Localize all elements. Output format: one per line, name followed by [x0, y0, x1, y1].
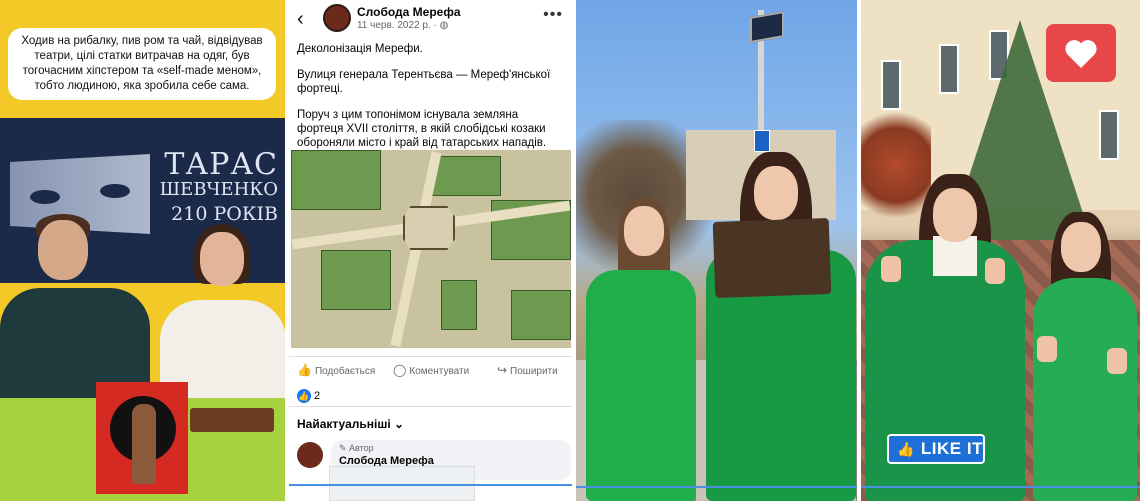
- book-kobzar: [190, 408, 274, 432]
- like-it-button[interactable]: 👍 LIKE IT: [886, 434, 985, 464]
- avatar[interactable]: [296, 442, 323, 468]
- heart-icon: [1065, 40, 1097, 68]
- back-arrow-icon[interactable]: ‹: [297, 8, 304, 31]
- share-label: Поширити: [510, 366, 558, 377]
- panel-girls-street: [575, 0, 857, 501]
- post-paragraph: Вулиця генерала Терентьєва — Мереф'янськ…: [296, 69, 551, 95]
- girl-head: [932, 188, 977, 242]
- like-label: Подобається: [314, 366, 376, 377]
- post-body: Деколонізація Мерефи. Вулиця генерала Те…: [297, 42, 567, 162]
- thumbs-up-hand: [1036, 336, 1057, 362]
- girl-green-outfit: [1032, 278, 1137, 501]
- avatar[interactable]: [322, 4, 351, 32]
- progress-bar: [575, 486, 857, 488]
- post-date-text: 11 черв. 2022 р. ·: [356, 20, 437, 31]
- banner-line-2: ШЕВЧЕНКО: [159, 179, 278, 200]
- author-badge-label: Автор: [349, 443, 374, 453]
- heart-button[interactable]: [1045, 24, 1116, 82]
- thumbs-up-icon: 👍: [896, 440, 915, 457]
- panel-like-it: 👍 LIKE IT: [860, 0, 1140, 501]
- historic-map-image[interactable]: [290, 150, 571, 348]
- collage: Ходив на рибалку, пив ром та чай, відвід…: [0, 0, 1140, 501]
- progress-bar: [288, 484, 572, 486]
- girl-head: [623, 206, 664, 256]
- pencil-icon: ✎: [338, 443, 347, 453]
- post-header: ‹ Слобода Мерефа 11 черв. 2022 р. · ◍ ••…: [289, 0, 572, 36]
- comment-button[interactable]: ◯ Коментувати: [393, 363, 469, 377]
- window: [938, 44, 959, 94]
- panel-shevchenko-video: Ходив на рибалку, пив ром та чай, відвід…: [0, 0, 285, 501]
- crosswalk-sign: [753, 130, 770, 152]
- girl-head: [1060, 222, 1101, 272]
- sticker-figure: [132, 404, 156, 484]
- thumbs-up-hand: [1106, 348, 1127, 374]
- thumbs-up-icon: 👍: [296, 363, 312, 377]
- map-field: [290, 150, 381, 210]
- post-paragraph: Поруч з цим топонімом існувала земляна ф…: [296, 109, 547, 149]
- autumn-tree: [860, 100, 931, 230]
- comment-label: Коментувати: [409, 366, 470, 377]
- post-date: 11 черв. 2022 р. · ◍: [357, 20, 448, 31]
- banner-title: ТАРАС ШЕВЧЕНКО 210 РОКІВ: [156, 147, 278, 227]
- leather-folder: [712, 217, 832, 299]
- hipster-sticker: [96, 382, 188, 494]
- eye-shape: [30, 190, 60, 204]
- sort-label: Найактуальніші: [296, 417, 391, 431]
- share-icon: ↪: [496, 363, 508, 377]
- comment-icon: ◯: [392, 363, 407, 377]
- progress-bar: [860, 486, 1140, 488]
- girl-head: [753, 166, 798, 220]
- map-field: [430, 156, 501, 196]
- quote-caption: Ходив на рибалку, пив ром та чай, відвід…: [8, 28, 276, 100]
- page-name[interactable]: Слобода Мерефа: [357, 5, 461, 19]
- white-turtleneck: [932, 236, 977, 276]
- post-paragraph: Деколонізація Мерефи.: [296, 43, 423, 55]
- thumbs-up-hand: [984, 258, 1005, 284]
- eye-shape: [100, 184, 130, 198]
- solar-panel: [749, 11, 784, 43]
- separator: [288, 406, 572, 407]
- like-it-label: LIKE IT: [920, 439, 983, 458]
- reaction-summary[interactable]: 👍 2: [296, 389, 321, 403]
- panel-facebook-post: ‹ Слобода Мерефа 11 черв. 2022 р. · ◍ ••…: [288, 0, 572, 501]
- banner-line-1: ТАРАС: [164, 147, 278, 182]
- globe-icon: ◍: [439, 20, 449, 31]
- window: [1098, 110, 1119, 160]
- like-button[interactable]: 👍 Подобається: [297, 363, 375, 377]
- author-badge: ✎ Автор: [339, 443, 374, 454]
- more-dots-icon[interactable]: •••: [543, 6, 563, 24]
- share-button[interactable]: ↪ Поширити: [497, 363, 558, 377]
- post-actions: 👍 Подобається ◯ Коментувати ↪ Поширити: [288, 356, 572, 380]
- map-field: [440, 280, 477, 330]
- chevron-down-icon: ⌄: [394, 417, 405, 431]
- map-fortress: [402, 206, 455, 250]
- boy-head: [38, 220, 88, 280]
- map-field: [510, 290, 571, 340]
- girl-head: [200, 232, 244, 286]
- reaction-count: 2: [313, 390, 321, 402]
- comment-sort-dropdown[interactable]: Найактуальніші ⌄: [297, 417, 404, 431]
- girl-green-outfit: [585, 270, 696, 501]
- thumbs-up-icon: 👍: [296, 389, 311, 403]
- thumbs-up-hand: [880, 256, 901, 282]
- map-field: [320, 250, 391, 310]
- banner-line-3: 210 РОКІВ: [171, 203, 278, 225]
